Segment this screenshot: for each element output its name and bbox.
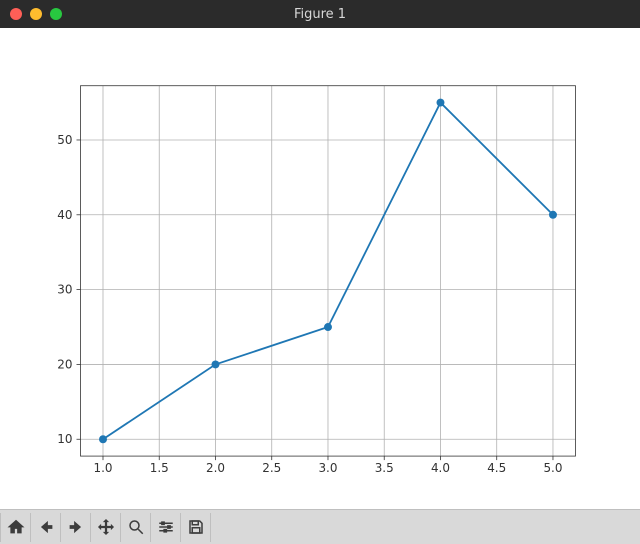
back-button[interactable]: [31, 513, 61, 542]
x-tick-label: 1.0: [93, 461, 112, 475]
data-marker: [99, 435, 107, 443]
zoom-icon: [127, 518, 145, 536]
data-marker: [211, 360, 219, 368]
y-tick-label: 10: [57, 432, 72, 446]
y-tick-label: 20: [57, 357, 72, 371]
data-marker: [324, 323, 332, 331]
app-window: Figure 1 1.0 1.5 2.0 2.5 3.0 3.5 4.0 4.5 5.0 10 20…: [0, 0, 640, 544]
figure-canvas[interactable]: 1.0 1.5 2.0 2.5 3.0 3.5 4.0 4.5 5.0 10 20 30 40 50: [0, 28, 640, 509]
matplotlib-toolbar: [0, 509, 640, 544]
home-button[interactable]: [0, 513, 31, 542]
traffic-lights: [10, 8, 62, 20]
y-tick-label: 30: [57, 283, 72, 297]
x-tick-label: 3.5: [375, 461, 394, 475]
pan-button[interactable]: [91, 513, 121, 542]
x-tick-label: 3.0: [318, 461, 337, 475]
minimize-window-button[interactable]: [30, 8, 42, 20]
data-marker: [436, 99, 444, 107]
x-tick-label: 5.0: [543, 461, 562, 475]
x-tick-label: 4.5: [487, 461, 506, 475]
home-icon: [7, 518, 25, 536]
y-tick-label: 40: [57, 208, 72, 222]
window-title: Figure 1: [0, 7, 640, 22]
y-tick-label: 50: [57, 133, 72, 147]
configure-button[interactable]: [151, 513, 181, 542]
arrow-right-icon: [67, 518, 85, 536]
x-tick-label: 4.0: [431, 461, 450, 475]
data-marker: [549, 211, 557, 219]
x-tick-label: 2.0: [206, 461, 225, 475]
arrow-left-icon: [37, 518, 55, 536]
save-button[interactable]: [181, 513, 211, 542]
maximize-window-button[interactable]: [50, 8, 62, 20]
x-tick-label: 2.5: [262, 461, 281, 475]
forward-button[interactable]: [61, 513, 91, 542]
zoom-button[interactable]: [121, 513, 151, 542]
sliders-icon: [157, 518, 175, 536]
move-icon: [97, 518, 115, 536]
titlebar: Figure 1: [0, 0, 640, 28]
x-tick-label: 1.5: [150, 461, 169, 475]
save-icon: [187, 518, 205, 536]
chart-svg: 1.0 1.5 2.0 2.5 3.0 3.5 4.0 4.5 5.0 10 20 30 40 50: [0, 28, 640, 509]
close-window-button[interactable]: [10, 8, 22, 20]
